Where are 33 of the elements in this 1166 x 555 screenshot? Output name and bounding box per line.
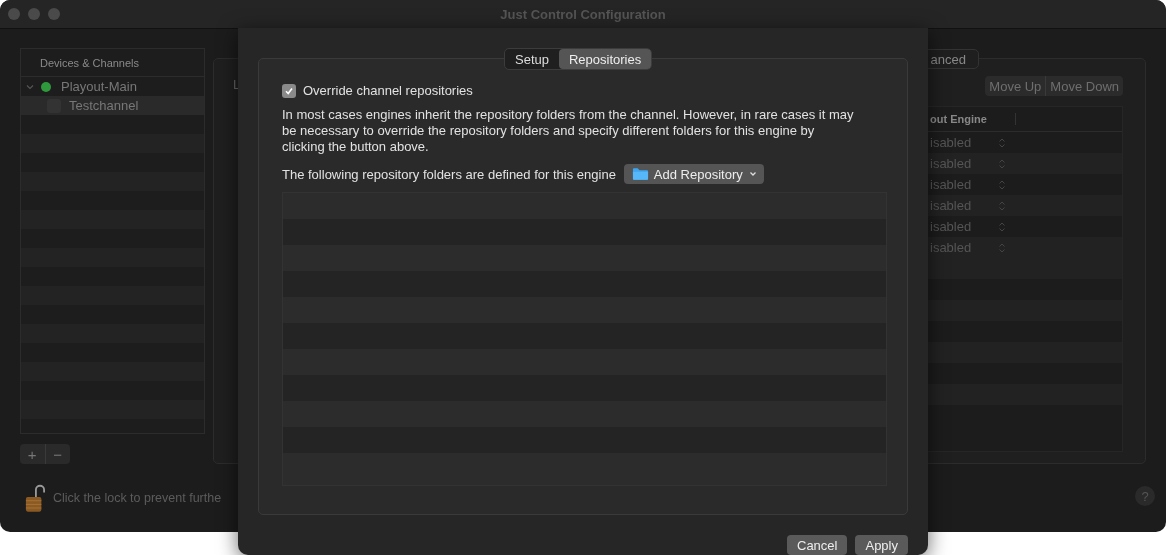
table-cell-text: isabled — [929, 219, 973, 234]
lock-hint: Click the lock to prevent furthe — [53, 491, 222, 505]
tab[interactable]: Setup — [505, 49, 559, 69]
close-icon[interactable] — [8, 8, 20, 20]
add-button[interactable]: + — [20, 444, 45, 464]
tab[interactable]: Repositories — [559, 49, 652, 69]
tree-item[interactable]: Playout-Main — [21, 77, 204, 96]
stepper-icon[interactable] — [998, 136, 1006, 149]
checkbox-label: Override channel repositories — [303, 83, 473, 98]
zoom-icon[interactable] — [48, 8, 60, 20]
apply-button[interactable]: Apply — [855, 535, 908, 555]
checkbox[interactable] — [282, 83, 296, 98]
stepper-icon[interactable] — [998, 178, 1006, 191]
stepper-icon[interactable] — [998, 157, 1006, 170]
move-up-button[interactable]: Move Up — [985, 76, 1046, 96]
stepper-icon[interactable] — [998, 199, 1006, 212]
table-cell-text: isabled — [929, 135, 973, 150]
tree-item[interactable]: Testchannel — [21, 96, 204, 115]
add-repository-button[interactable]: Add Repository — [623, 164, 764, 184]
cancel-button[interactable]: Cancel — [787, 535, 848, 555]
stepper-icon[interactable] — [998, 220, 1006, 233]
remove-button[interactable]: − — [44, 444, 70, 464]
move-down-button[interactable]: Move Down — [1045, 76, 1123, 96]
folders-label: The following repository folders are defined for this engine — [282, 166, 616, 182]
stepper-icon[interactable] — [998, 241, 1006, 254]
description-text: In most cases engines inherit the repository folders from the channel. However, in rare cases it may be necessary to override the repository folders and specify different folders for this engine by clicking the button above. — [282, 107, 855, 155]
checkmark-icon — [284, 85, 294, 96]
table-cell-text: isabled — [929, 177, 973, 192]
lock-icon[interactable] — [25, 483, 45, 513]
folder-icon — [631, 167, 649, 181]
help-button[interactable]: ? — [1135, 486, 1155, 506]
minimize-icon[interactable] — [28, 8, 40, 20]
column-header: Devices & Channels — [40, 56, 140, 69]
